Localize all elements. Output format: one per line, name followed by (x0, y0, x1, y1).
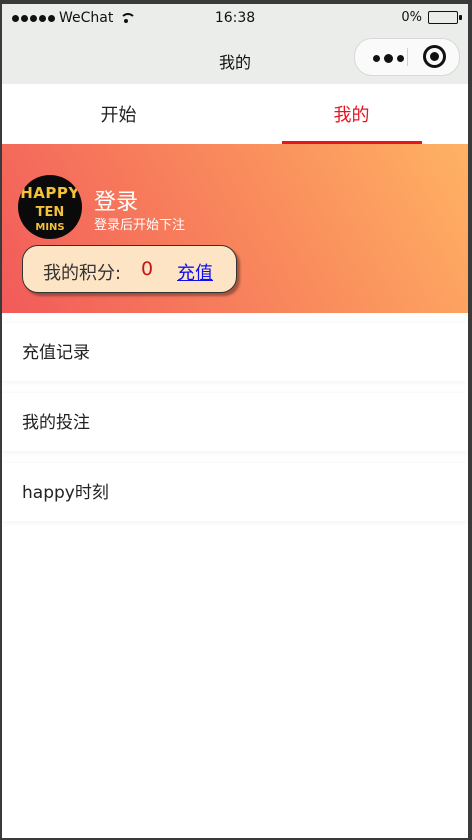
close-mini-program-icon[interactable] (423, 45, 446, 68)
menu-item-happy-moments[interactable]: happy时刻 (2, 463, 468, 521)
points-card: 我的积分: 0 充值 (22, 245, 237, 293)
tab-start[interactable]: 开始 (2, 84, 235, 144)
phone-screen: WeChat 16:38 0% 我的 开始 我的 HAPPY TEN MINS … (2, 4, 468, 838)
status-bar: WeChat 16:38 0% (2, 4, 468, 32)
avatar-logo-text-2: TEN (35, 205, 65, 220)
avatar-logo-text-1: HAPPY (20, 184, 80, 202)
login-hint: 登录后开始下注 (94, 218, 186, 233)
mini-program-capsule (354, 38, 460, 76)
menu-item-my-bets[interactable]: 我的投注 (2, 393, 468, 451)
menu-item-recharge-history[interactable]: 充值记录 (2, 323, 468, 381)
more-icon[interactable] (373, 54, 404, 63)
tab-mine[interactable]: 我的 (235, 84, 468, 144)
battery-percent: 0% (401, 10, 422, 25)
avatar[interactable]: HAPPY TEN MINS (18, 175, 82, 239)
profile-header: HAPPY TEN MINS 登录 登录后开始下注 我的积分: 0 充值 (2, 144, 468, 313)
points-label: 我的积分: (43, 263, 122, 284)
recharge-link[interactable]: 充值 (177, 259, 213, 285)
status-time: 16:38 (214, 10, 256, 26)
login-button[interactable]: 登录 (94, 184, 138, 216)
points-value: 0 (141, 258, 154, 280)
avatar-logo-text-3: MINS (35, 222, 65, 233)
nav-bar: 我的 (2, 32, 468, 84)
battery-icon (428, 11, 462, 24)
tab-bar: 开始 我的 (2, 84, 468, 144)
battery-indicator: 0% (401, 10, 462, 25)
capsule-divider (407, 48, 408, 66)
